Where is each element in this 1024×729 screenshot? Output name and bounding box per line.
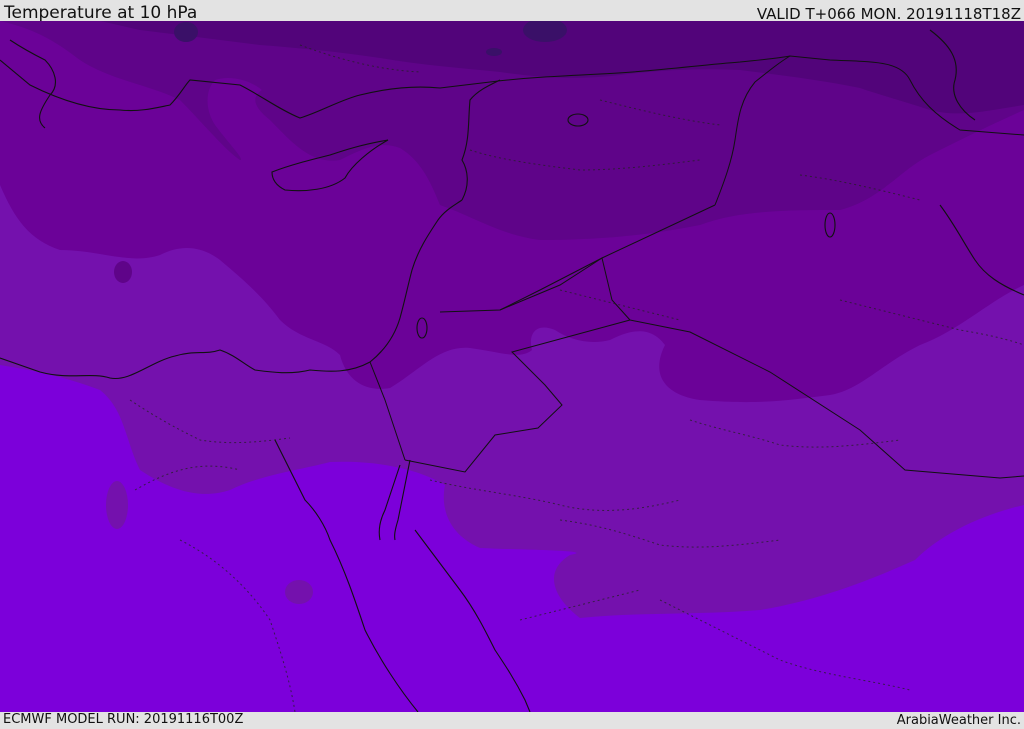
temp-pocket-south — [285, 580, 313, 604]
temp-pocket-north — [114, 261, 132, 283]
map-footer: ECMWF MODEL RUN: 20191116T00Z ArabiaWeat… — [0, 712, 1024, 729]
temperature-map — [0, 21, 1024, 712]
model-run-label: ECMWF MODEL RUN: 20191116T00Z — [3, 712, 244, 727]
credit-label: ArabiaWeather Inc. — [896, 713, 1021, 728]
cold-spot-2 — [486, 48, 502, 56]
map-header: Temperature at 10 hPa VALID T+066 MON. 2… — [0, 0, 1024, 23]
cold-spot-1 — [174, 22, 198, 42]
map-title: Temperature at 10 hPa — [4, 3, 198, 23]
map-canvas — [0, 21, 1024, 712]
temp-pocket-west — [106, 481, 128, 529]
